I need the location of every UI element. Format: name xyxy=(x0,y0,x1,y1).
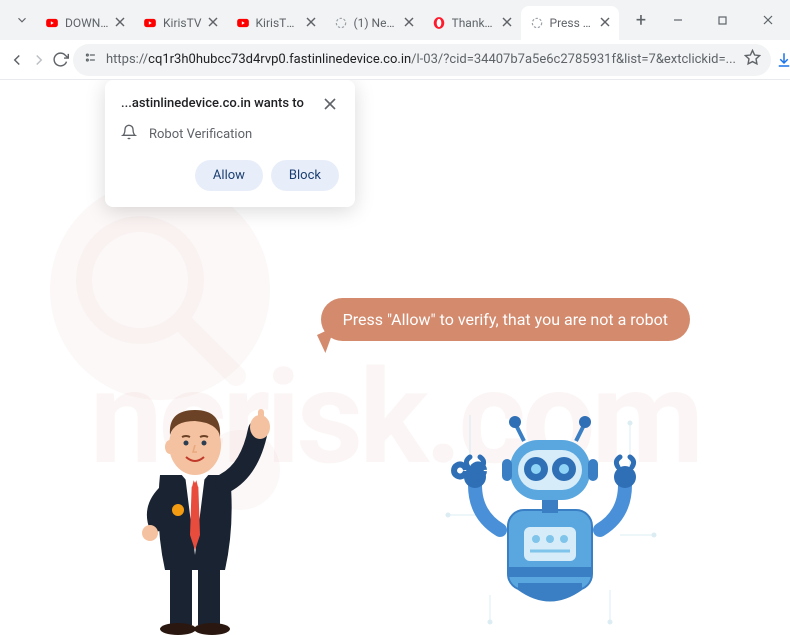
tab-close-icon[interactable] xyxy=(403,16,417,30)
tab-label: KirisTV xyxy=(163,16,202,30)
tab-favicon xyxy=(235,15,251,31)
minimize-button[interactable] xyxy=(655,0,700,40)
tab-close-icon[interactable] xyxy=(207,16,221,30)
reload-button[interactable] xyxy=(52,44,69,76)
close-window-button[interactable] xyxy=(745,0,790,40)
bookmark-star-icon[interactable] xyxy=(744,49,761,70)
permission-item-label: Robot Verification xyxy=(149,127,252,142)
tab-label: Press "All xyxy=(550,16,594,30)
browser-titlebar: DOWNLOAD KirisTV KirisTV D (1) New M Thanks … xyxy=(0,0,790,40)
robot-illustration xyxy=(440,395,660,625)
tab-strip: DOWNLOAD KirisTV KirisTV D (1) New M Thanks … xyxy=(36,0,627,40)
back-button[interactable] xyxy=(8,44,26,76)
tabs-dropdown-button[interactable] xyxy=(8,0,36,40)
forward-button[interactable] xyxy=(30,44,48,76)
block-button[interactable]: Block xyxy=(271,160,339,191)
address-bar[interactable]: https://cq1r3h0hubcc73d4rvp0.fastinlined… xyxy=(73,44,771,76)
businessman-illustration xyxy=(100,355,290,635)
permission-close-button[interactable] xyxy=(323,96,339,112)
tab-favicon xyxy=(333,15,349,31)
tab-label: DOWNLOAD xyxy=(65,16,109,30)
illustration-area xyxy=(0,345,790,635)
url-text: https://cq1r3h0hubcc73d4rvp0.fastinlined… xyxy=(106,52,736,67)
tab-favicon xyxy=(142,15,158,31)
speech-bubble: Press "Allow" to verify, that you are no… xyxy=(321,298,690,341)
tab-label: KirisTV D xyxy=(256,16,300,30)
browser-toolbar: https://cq1r3h0hubcc73d4rvp0.fastinlined… xyxy=(0,40,790,80)
site-info-icon[interactable] xyxy=(83,50,98,69)
allow-button[interactable]: Allow xyxy=(195,160,263,191)
downloads-button[interactable] xyxy=(775,44,790,76)
tab-0[interactable]: DOWNLOAD xyxy=(36,6,134,40)
tab-close-icon[interactable] xyxy=(305,16,319,30)
maximize-button[interactable] xyxy=(700,0,745,40)
window-controls xyxy=(655,0,790,40)
tab-close-icon[interactable] xyxy=(114,16,128,30)
tab-favicon xyxy=(44,15,60,31)
page-content: ncrisk.com ...astinlinedevice.co.in want… xyxy=(0,80,790,635)
tab-favicon xyxy=(431,15,447,31)
bell-icon xyxy=(121,124,137,144)
permission-title: ...astinlinedevice.co.in wants to xyxy=(121,96,304,111)
new-tab-button[interactable]: + xyxy=(627,0,655,40)
tab-2[interactable]: KirisTV D xyxy=(227,6,325,40)
permission-dialog: ...astinlinedevice.co.in wants to Robot … xyxy=(105,80,355,207)
tab-5[interactable]: Press "All xyxy=(521,6,619,40)
tab-close-icon[interactable] xyxy=(501,16,515,30)
tab-4[interactable]: Thanks fo xyxy=(423,6,521,40)
tab-3[interactable]: (1) New M xyxy=(325,6,423,40)
tab-label: (1) New M xyxy=(354,16,398,30)
tab-1[interactable]: KirisTV xyxy=(134,6,227,40)
tab-favicon xyxy=(529,15,545,31)
tab-close-icon[interactable] xyxy=(599,16,613,30)
tab-label: Thanks fo xyxy=(452,16,496,30)
